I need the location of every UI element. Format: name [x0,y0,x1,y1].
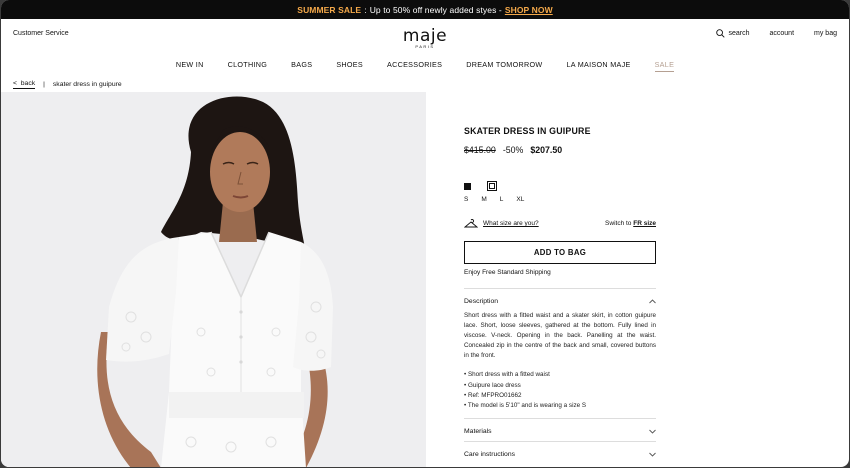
description-accordion: Description Short dress with a fitted wa… [464,288,656,411]
promo-shop-now-link[interactable]: SHOP NOW [505,5,553,15]
back-link[interactable]: < back [13,80,36,89]
size-system-switch[interactable]: Switch to FR size [605,220,656,227]
size-option[interactable]: S [464,196,468,203]
promo-prefix: SUMMER SALE [297,4,362,15]
promo-message: Up to 50% off newly added styes - [369,4,502,15]
materials-header[interactable]: Materials [464,419,656,441]
nav-item-accessories[interactable]: ACCESSORIES [387,60,442,76]
breadcrumb: < back | skater dress in guipure [13,80,122,89]
nav-item-clothing[interactable]: CLOTHING [228,60,268,76]
description-header[interactable]: Description [464,289,656,311]
size-guide-row: What size are you? Switch to FR size [464,219,656,228]
materials-label: Materials [464,427,492,435]
logo-subtext: PARIS [415,44,435,49]
nav-item-sale[interactable]: SALE [654,60,675,72]
main-nav: NEW IN CLOTHING BAGS SHOES ACCESSORIES D… [1,60,849,76]
back-label: back [20,80,36,87]
promo-separator: : [364,4,367,15]
discount-badge: -50% [502,145,524,155]
color-swatch-white[interactable] [487,181,497,191]
account-link[interactable]: account [770,30,795,37]
chevron-down-icon [649,452,656,457]
size-option[interactable]: XL [516,196,524,203]
fr-size-link: FR size [633,220,656,227]
list-item: • Short dress with a fitted waist [464,371,550,379]
search-label: search [728,30,750,37]
hanger-icon [464,219,478,228]
list-item: • Guipure lace dress [464,381,521,389]
shipping-note: Enjoy Free Standard Shipping [464,269,551,276]
header: Customer Service maje PARIS search accou… [1,19,849,59]
size-guide-link[interactable]: What size are you? [464,219,539,228]
product-title: SKATER DRESS IN GUIPURE [464,126,591,136]
feature-list: • Short dress with a fitted waist • Guip… [464,370,656,410]
chevron-up-icon [649,299,656,304]
list-item: • The model is 5'10" and is wearing a si… [464,401,587,409]
product-info: SKATER DRESS IN GUIPURE $415.00 -50% $20… [464,126,656,464]
nav-item-dream-tomorrow[interactable]: DREAM TOMORROW [466,60,542,76]
color-swatches [464,180,656,192]
header-utilities: search account my bag [716,29,837,38]
logo-text: maje [402,26,448,46]
sale-price: $207.50 [530,145,563,155]
care-header[interactable]: Care instructions [464,442,656,464]
size-option[interactable]: M [481,196,486,203]
nav-item-new-in[interactable]: NEW IN [176,60,204,76]
promo-banner[interactable]: SUMMER SALE : Up to 50% off newly added … [1,0,849,19]
nav-item-bags[interactable]: BAGS [291,60,312,76]
size-option[interactable]: L [500,196,504,203]
breadcrumb-current: skater dress in guipure [52,81,122,88]
color-swatch-black[interactable] [464,182,471,190]
model-photo [1,92,426,467]
breadcrumb-divider: | [43,81,45,88]
search-button[interactable]: search [716,29,750,38]
price-row: $415.00 -50% $207.50 [464,145,656,155]
switch-prefix: Switch to [605,220,632,227]
browser-page: SUMMER SALE : Up to 50% off newly added … [1,0,849,467]
search-icon [716,29,726,38]
my-bag-link[interactable]: my bag [814,30,837,37]
nav-item-shoes[interactable]: SHOES [336,60,363,76]
product-image[interactable] [1,92,426,467]
list-item: • Ref: MFPRO01662 [464,391,522,399]
chevron-left-icon: < [13,80,17,87]
description-label: Description [464,298,498,305]
add-to-bag-button[interactable]: ADD TO BAG [464,241,656,264]
size-guide-label: What size are you? [483,220,539,227]
chevron-down-icon [649,429,656,434]
size-selector: S M L XL [464,196,656,203]
description-text: Short dress with a fitted waist and a sk… [464,312,656,360]
nav-item-la-maison-maje[interactable]: LA MAISON MAJE [566,60,630,76]
original-price: $415.00 [464,145,496,155]
care-label: Care instructions [464,450,515,458]
